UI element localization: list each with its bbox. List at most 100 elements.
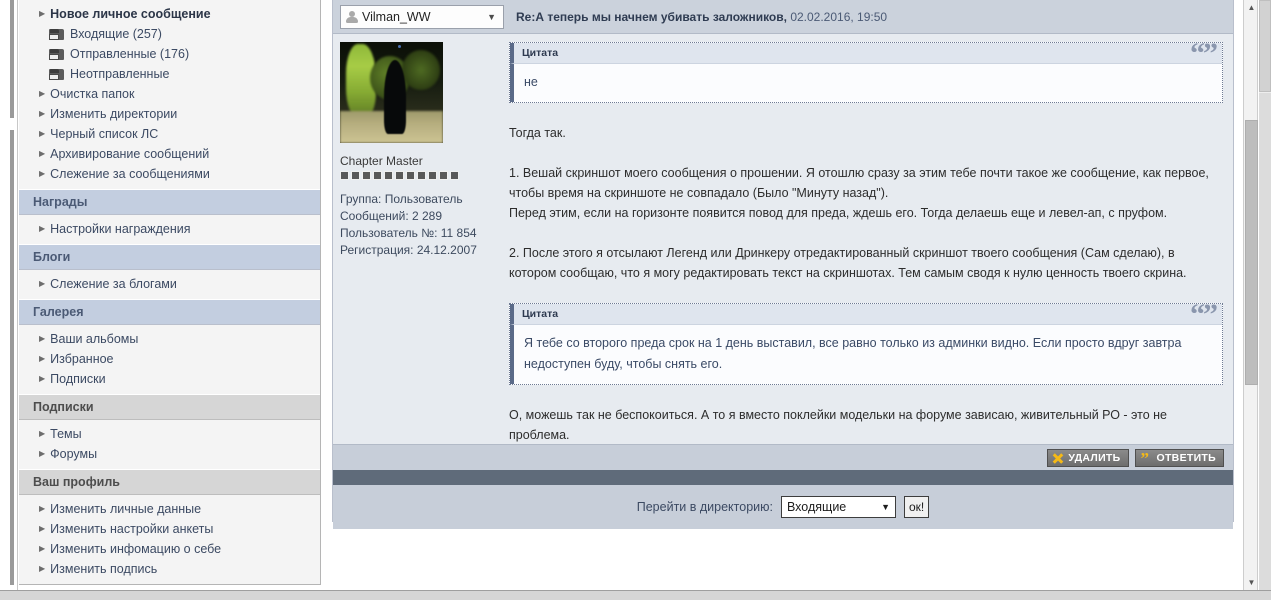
sidebar-item[interactable]: ▶ Черный список ЛС — [19, 124, 320, 144]
window-bottom-strip — [0, 590, 1271, 600]
chevron-right-icon: ▶ — [39, 89, 46, 98]
sidebar-item[interactable]: ▶ Изменить подпись — [19, 559, 320, 579]
rank-pip-icon — [340, 171, 349, 180]
message-paragraph: О, можешь так не беспокоиться. А то я вм… — [509, 408, 1168, 442]
sidebar-item-label: Изменить настройки анкеты — [50, 522, 214, 536]
sidebar-item[interactable]: Неотправленные — [19, 64, 320, 84]
rank-pip-icon — [384, 171, 393, 180]
sidebar-section-body: ▶ Ваши альбомы ▶ Избранное ▶ Подписки — [19, 325, 320, 394]
quote-text: Я тебе со второго преда срок на 1 день в… — [510, 325, 1222, 384]
browser-page: ▶ Новое личное сообщение Входящие (257) Отп… — [0, 0, 1271, 600]
panel-scrollbar-thumb[interactable] — [1245, 120, 1258, 385]
message-date: 02.02.2016, 19:50 — [790, 9, 888, 24]
sidebar-section-header: Галерея — [19, 299, 320, 325]
sidebar-item[interactable]: ▶ Очистка папок — [19, 84, 320, 104]
chevron-right-icon: ▶ — [39, 354, 46, 363]
rank-pip-icon — [362, 171, 371, 180]
directory-select-value: Входящие — [786, 500, 847, 514]
sidebar-section-body: ▶ Слежение за блогами — [19, 270, 320, 299]
goto-ok-button[interactable]: ок! — [903, 496, 930, 518]
sidebar-item[interactable]: ▶ Избранное — [19, 349, 320, 369]
scroll-down-icon[interactable]: ▼ — [1244, 575, 1259, 590]
sidebar-section-body: ▶ Темы ▶ Форумы — [19, 420, 320, 469]
rank-pip-icon — [439, 171, 448, 180]
sidebar-item[interactable]: ▶ Изменить настройки анкеты — [19, 519, 320, 539]
sidebar-item[interactable]: ▶ Ваши альбомы — [19, 329, 320, 349]
chevron-right-icon: ▶ — [39, 374, 46, 383]
sidebar-gutter — [0, 0, 18, 590]
message-header: Vilman_WW ▼ Re:А теперь мы начнем убиват… — [333, 0, 1233, 34]
sidebar-section-header: Награды — [19, 189, 320, 215]
chevron-right-icon: ▶ — [39, 544, 46, 553]
sidebar-item-label: Слежение за сообщениями — [50, 167, 210, 181]
message-action-bar: УДАЛИТЬ ” ОТВЕТИТЬ — [333, 444, 1233, 470]
delete-button-label: УДАЛИТЬ — [1068, 451, 1121, 464]
quote-block: Цитата “” не — [509, 39, 1223, 103]
sidebar-section-body: ▶ Настройки награждения — [19, 215, 320, 244]
person-icon — [345, 10, 358, 23]
rank-pip-icon — [406, 171, 415, 180]
message-title: Re:А теперь мы начнем убивать заложников… — [516, 10, 887, 24]
sidebar-item[interactable]: ▶ Изменить личные данные — [19, 499, 320, 519]
panel-divider — [333, 470, 1233, 485]
chevron-right-icon: ▶ — [39, 149, 46, 158]
quote-header-label: Цитата — [522, 308, 559, 320]
sidebar-item-label: Архивирование сообщений — [50, 147, 210, 161]
quote-block: Цитата “” Я тебе со второго преда срок на … — [509, 300, 1223, 385]
window-scrollbar[interactable] — [1259, 0, 1271, 600]
goto-directory-bar: Перейти в директорию: Входящие ▼ ок! — [333, 485, 1233, 529]
rank-pip-icon — [395, 171, 404, 180]
directory-select[interactable]: Входящие ▼ — [780, 496, 896, 518]
message-subject: Re:А теперь мы начнем убивать заложников… — [516, 9, 787, 24]
reply-button[interactable]: ” ОТВЕТИТЬ — [1134, 448, 1224, 467]
sidebar-item[interactable]: ▶ Слежение за сообщениями — [19, 164, 320, 184]
sidebar-section-header: Блоги — [19, 244, 320, 270]
author-stat-line: Группа: Пользователь — [340, 192, 463, 206]
sidebar-item-label: Темы — [50, 427, 82, 441]
message-panel: Vilman_WW ▼ Re:А теперь мы начнем убиват… — [332, 0, 1234, 529]
sidebar-item[interactable]: ▶ Изменить инфомацию о себе — [19, 539, 320, 559]
goto-directory-label: Перейти в директорию: — [636, 500, 773, 514]
sidebar-item[interactable]: ▶ Новое личное сообщение — [19, 4, 320, 24]
chevron-right-icon: ▶ — [39, 564, 46, 573]
close-x-icon — [1053, 452, 1064, 464]
sidebar-item-label: Черный список ЛС — [50, 127, 159, 141]
sidebar-item[interactable]: Входящие (257) — [19, 24, 320, 44]
message-paragraph: Перед этим, если на горизонте появится п… — [509, 206, 1168, 220]
sidebar-item[interactable]: ▶ Форумы — [19, 444, 320, 464]
sidebar-item[interactable]: ▶ Изменить директории — [19, 104, 320, 124]
sidebar-item[interactable]: ▶ Подписки — [19, 369, 320, 389]
chevron-right-icon: ▶ — [39, 449, 46, 458]
chevron-right-icon: ▶ — [39, 109, 46, 118]
sidebar-item-label: Неотправленные — [70, 67, 170, 81]
panel-scrollbar[interactable]: ▲ ▼ — [1243, 0, 1258, 590]
sidebar-region: ▶ Новое личное сообщение Входящие (257) Отп… — [0, 0, 321, 590]
goto-ok-label: ок! — [908, 500, 925, 514]
sidebar-section-header: Подписки — [19, 394, 320, 420]
chevron-down-icon: ▼ — [487, 11, 496, 22]
sidebar-item-label: Форумы — [50, 447, 98, 461]
folder-icon — [49, 68, 64, 80]
sidebar-item[interactable]: Отправленные (176) — [19, 44, 320, 64]
window-scrollbar-track[interactable] — [1259, 93, 1271, 600]
rank-pip-icon — [450, 171, 459, 180]
folder-icon — [49, 28, 64, 40]
rank-pip-icon — [417, 171, 426, 180]
chevron-right-icon: ▶ — [39, 9, 46, 18]
window-scrollbar-thumb[interactable] — [1259, 0, 1271, 92]
quote-header: Цитата “” — [510, 39, 1222, 69]
sidebar-item-label: Отправленные (176) — [70, 47, 190, 61]
sidebar-item[interactable]: ▶ Настройки награждения — [19, 219, 320, 239]
sidebar-item[interactable]: ▶Установка аватара — [19, 579, 320, 584]
sidebar-item[interactable]: ▶ Архивирование сообщений — [19, 144, 320, 164]
sidebar-section-body: ▶ Новое личное сообщение Входящие (257) Отп… — [19, 0, 320, 189]
delete-button[interactable]: УДАЛИТЬ — [1047, 448, 1129, 467]
sidebar-item-label: Подписки — [50, 372, 106, 386]
sidebar-item[interactable]: ▶ Темы — [19, 424, 320, 444]
user-select-dropdown[interactable]: Vilman_WW ▼ — [340, 4, 504, 29]
quote-header: Цитата “” — [510, 300, 1222, 330]
reply-button-label: ОТВЕТИТЬ — [1156, 451, 1216, 464]
sidebar-item[interactable]: ▶ Слежение за блогами — [19, 274, 320, 294]
scroll-up-icon[interactable]: ▲ — [1244, 0, 1259, 15]
